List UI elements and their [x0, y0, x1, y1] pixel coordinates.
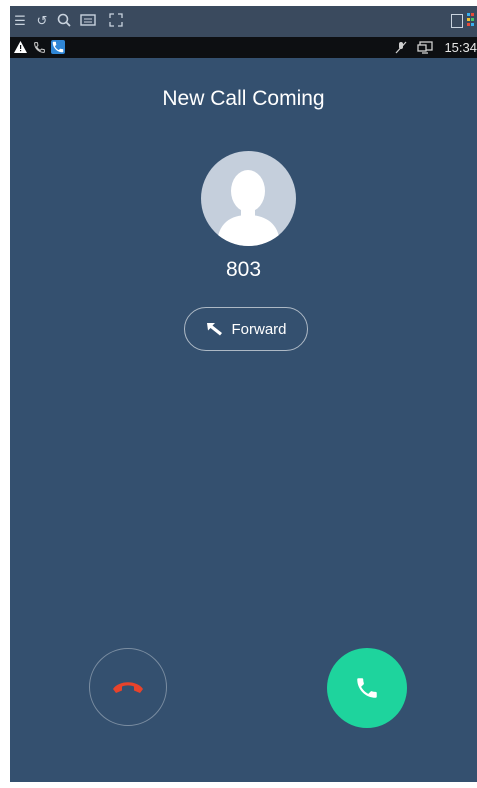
- phone-screen: ☰ ↺ 15:34 New Call Coming 803 Forward: [10, 6, 477, 782]
- app-phone-icon: [51, 40, 65, 54]
- decline-button[interactable]: [89, 648, 167, 726]
- call-title: New Call Coming: [162, 87, 325, 110]
- status-bar: 15:34: [10, 37, 477, 58]
- forward-icon: [207, 323, 223, 336]
- color-grid-icon[interactable]: [467, 13, 475, 29]
- forward-label: Forward: [231, 320, 287, 338]
- viewer-toolbar: ☰ ↺: [10, 6, 477, 37]
- exit-icon[interactable]: [451, 14, 463, 28]
- avatar-icon: [217, 170, 280, 246]
- zoom-icon[interactable]: [56, 13, 72, 29]
- warning-icon: [14, 41, 27, 53]
- decline-icon: [113, 682, 143, 693]
- caller-number: 803: [225, 258, 262, 281]
- fullscreen-icon[interactable]: [108, 13, 124, 29]
- refresh-icon[interactable]: ↺: [34, 13, 50, 29]
- answer-button[interactable]: [327, 648, 407, 728]
- answer-icon: [357, 678, 377, 698]
- phone-icon: [34, 42, 45, 53]
- status-time: 15:34: [444, 40, 477, 55]
- avatar: [201, 151, 296, 246]
- mute-icon: [395, 41, 407, 54]
- forward-button[interactable]: Forward: [184, 307, 308, 351]
- keyboard-icon[interactable]: [80, 13, 96, 29]
- screen-icon: [417, 41, 433, 54]
- menu-icon[interactable]: ☰: [12, 13, 28, 29]
